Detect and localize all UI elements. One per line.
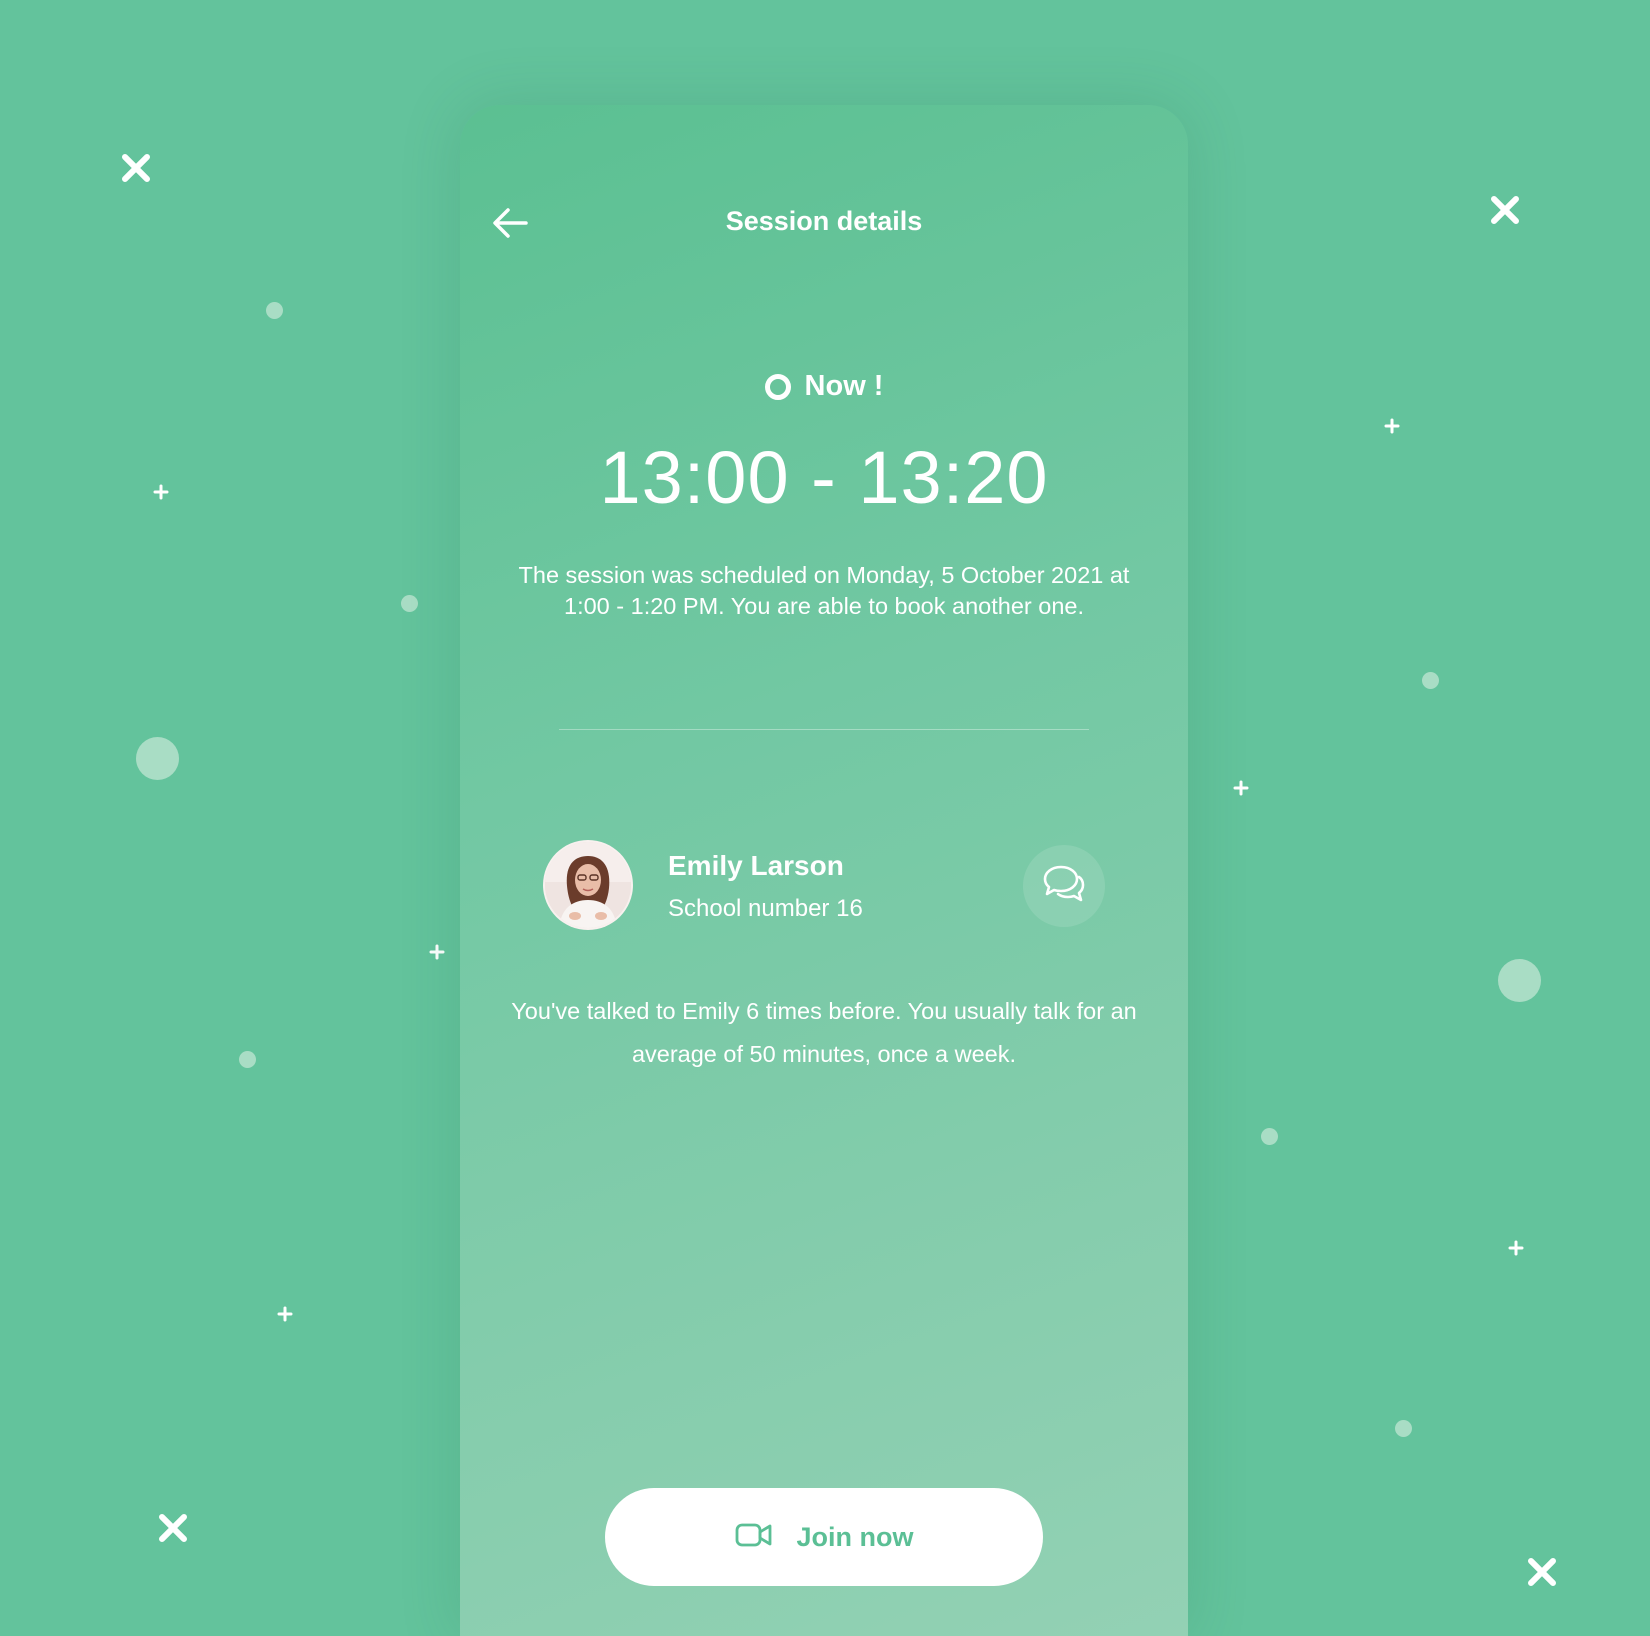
decorative-x-icon bbox=[1490, 195, 1520, 225]
video-camera-icon bbox=[735, 1521, 773, 1554]
decorative-dot bbox=[1395, 1420, 1412, 1437]
status-label: Now ! bbox=[804, 370, 884, 402]
session-status: Now ! bbox=[460, 370, 1188, 403]
decorative-dot bbox=[401, 595, 418, 612]
decorative-plus-icon bbox=[1233, 780, 1249, 801]
page-title: Session details bbox=[725, 206, 923, 236]
decorative-dot bbox=[1498, 959, 1541, 1002]
divider bbox=[559, 729, 1089, 730]
decorative-plus-icon bbox=[1384, 418, 1400, 439]
contact-history-description: You've talked to Emily 6 times before. Y… bbox=[511, 998, 1137, 1067]
decorative-dot bbox=[266, 302, 283, 319]
decorative-dot bbox=[1261, 1128, 1278, 1145]
chat-bubbles-icon bbox=[1041, 863, 1087, 910]
session-details-screen: Session details Now ! 13:00 - 13:20 The … bbox=[460, 105, 1188, 1636]
decorative-dot bbox=[1422, 672, 1439, 689]
schedule-description: The session was scheduled on Monday, 5 O… bbox=[518, 562, 1130, 619]
decorative-plus-icon bbox=[429, 944, 445, 965]
decorative-plus-icon bbox=[1508, 1240, 1524, 1261]
decorative-x-icon bbox=[158, 1513, 188, 1543]
decorative-x-icon bbox=[121, 153, 151, 183]
chat-button[interactable] bbox=[1023, 845, 1105, 927]
decorative-dot bbox=[136, 737, 179, 780]
join-now-button[interactable]: Join now bbox=[605, 1488, 1043, 1586]
contact-name: Emily Larson bbox=[668, 850, 844, 881]
decorative-dot bbox=[239, 1051, 256, 1068]
decorative-plus-icon bbox=[153, 484, 169, 505]
contact-school: School number 16 bbox=[668, 895, 863, 922]
decorative-x-icon bbox=[1527, 1557, 1557, 1587]
avatar bbox=[543, 840, 633, 930]
join-now-label: Join now bbox=[796, 1521, 914, 1552]
session-time-range: 13:00 - 13:20 bbox=[599, 436, 1049, 519]
decorative-plus-icon bbox=[277, 1306, 293, 1327]
status-indicator-icon bbox=[764, 373, 791, 400]
